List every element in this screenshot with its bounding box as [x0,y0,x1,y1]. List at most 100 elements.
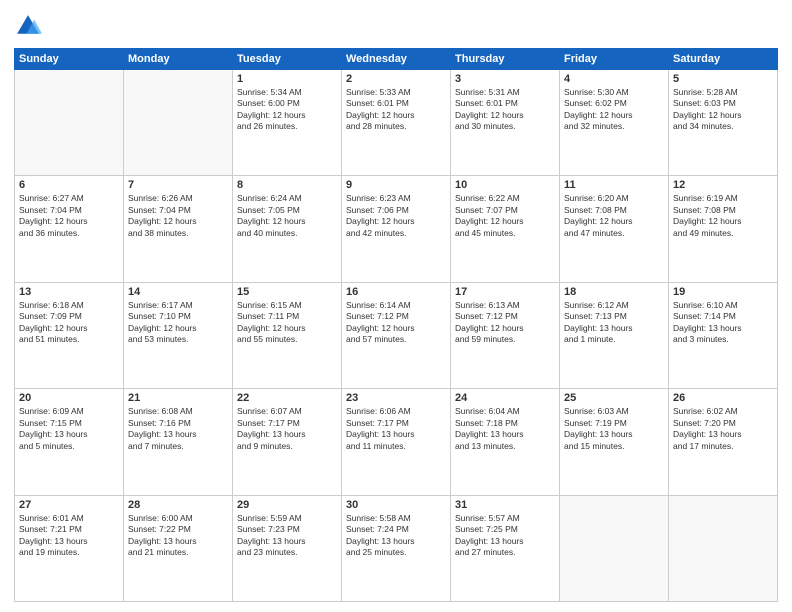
calendar-cell: 15 Sunrise: 6:15 AM Sunset: 7:11 PM Dayli… [233,282,342,388]
day-number: 31 [455,499,555,511]
weekday-header: Tuesday [233,49,342,70]
calendar-cell: 9Sunrise: 6:23 AM Sunset: 7:06 PM Daylig… [342,176,451,282]
weekday-header: Wednesday [342,49,451,70]
weekday-header: Friday [560,49,669,70]
day-info: Sunrise: 6:13 AM Sunset: 7:12 PM Dayligh… [455,300,555,346]
day-info: Sunrise: 6:00 AM Sunset: 7:22 PM Dayligh… [128,513,228,559]
day-number: 12 [673,179,773,191]
calendar-table: SundayMondayTuesdayWednesdayThursdayFrid… [14,48,778,602]
day-info: Sunrise: 5:59 AM Sunset: 7:23 PM Dayligh… [237,513,337,559]
day-info: Sunrise: 6:27 AM Sunset: 7:04 PM Dayligh… [19,193,119,239]
calendar-cell: 11 Sunrise: 6:20 AM Sunset: 7:08 PM Dayli… [560,176,669,282]
day-number: 20 [19,392,119,404]
day-number: 6 [19,179,119,191]
calendar-cell: 19Sunrise: 6:10 AM Sunset: 7:14 PM Dayli… [669,282,778,388]
calendar-cell: 31 Sunrise: 5:57 AM Sunset: 7:25 PM Dayli… [451,495,560,601]
day-info: Sunrise: 6:20 AM Sunset: 7:08 PM Dayligh… [564,193,664,239]
day-number: 26 [673,392,773,404]
calendar-cell: 22Sunrise: 6:07 AM Sunset: 7:17 PM Dayli… [233,389,342,495]
day-info: Sunrise: 6:06 AM Sunset: 7:17 PM Dayligh… [346,406,446,452]
calendar-cell: 10 Sunrise: 6:22 AM Sunset: 7:07 PM Dayli… [451,176,560,282]
day-number: 22 [237,392,337,404]
day-info: Sunrise: 5:31 AM Sunset: 6:01 PM Dayligh… [455,87,555,133]
calendar-cell: 12 Sunrise: 6:19 AM Sunset: 7:08 PM Dayli… [669,176,778,282]
day-number: 28 [128,499,228,511]
day-number: 5 [673,73,773,85]
day-number: 21 [128,392,228,404]
day-info: Sunrise: 6:15 AM Sunset: 7:11 PM Dayligh… [237,300,337,346]
day-number: 25 [564,392,664,404]
day-number: 27 [19,499,119,511]
calendar-cell: 16 Sunrise: 6:14 AM Sunset: 7:12 PM Dayli… [342,282,451,388]
day-info: Sunrise: 6:23 AM Sunset: 7:06 PM Dayligh… [346,193,446,239]
day-info: Sunrise: 5:28 AM Sunset: 6:03 PM Dayligh… [673,87,773,133]
calendar-cell: 21 Sunrise: 6:08 AM Sunset: 7:16 PM Dayli… [124,389,233,495]
calendar-cell: 28 Sunrise: 6:00 AM Sunset: 7:22 PM Dayli… [124,495,233,601]
calendar-cell: 14 Sunrise: 6:17 AM Sunset: 7:10 PM Dayli… [124,282,233,388]
day-number: 10 [455,179,555,191]
day-number: 3 [455,73,555,85]
calendar-week-row: 20 Sunrise: 6:09 AM Sunset: 7:15 PM Dayli… [15,389,778,495]
day-info: Sunrise: 6:18 AM Sunset: 7:09 PM Dayligh… [19,300,119,346]
calendar-cell: 18Sunrise: 6:12 AM Sunset: 7:13 PM Dayli… [560,282,669,388]
day-info: Sunrise: 6:24 AM Sunset: 7:05 PM Dayligh… [237,193,337,239]
day-info: Sunrise: 6:04 AM Sunset: 7:18 PM Dayligh… [455,406,555,452]
day-number: 30 [346,499,446,511]
day-info: Sunrise: 6:19 AM Sunset: 7:08 PM Dayligh… [673,193,773,239]
header [14,12,778,40]
day-info: Sunrise: 5:58 AM Sunset: 7:24 PM Dayligh… [346,513,446,559]
logo-icon [14,12,42,40]
calendar-cell [124,70,233,176]
calendar-week-row: 6 Sunrise: 6:27 AM Sunset: 7:04 PM Daylig… [15,176,778,282]
calendar-week-row: 13 Sunrise: 6:18 AM Sunset: 7:09 PM Dayli… [15,282,778,388]
calendar-cell: 30 Sunrise: 5:58 AM Sunset: 7:24 PM Dayli… [342,495,451,601]
day-info: Sunrise: 6:03 AM Sunset: 7:19 PM Dayligh… [564,406,664,452]
weekday-header: Thursday [451,49,560,70]
calendar-week-row: 1 Sunrise: 5:34 AM Sunset: 6:00 PM Daylig… [15,70,778,176]
calendar-cell: 1 Sunrise: 5:34 AM Sunset: 6:00 PM Daylig… [233,70,342,176]
day-number: 24 [455,392,555,404]
calendar-cell: 26Sunrise: 6:02 AM Sunset: 7:20 PM Dayli… [669,389,778,495]
day-info: Sunrise: 5:33 AM Sunset: 6:01 PM Dayligh… [346,87,446,133]
logo [14,12,46,40]
day-number: 1 [237,73,337,85]
calendar-cell: 24 Sunrise: 6:04 AM Sunset: 7:18 PM Dayli… [451,389,560,495]
day-number: 11 [564,179,664,191]
calendar-cell: 25 Sunrise: 6:03 AM Sunset: 7:19 PM Dayli… [560,389,669,495]
calendar-cell: 7Sunrise: 6:26 AM Sunset: 7:04 PM Daylig… [124,176,233,282]
weekday-header: Sunday [15,49,124,70]
calendar-cell: 17 Sunrise: 6:13 AM Sunset: 7:12 PM Dayli… [451,282,560,388]
day-number: 16 [346,286,446,298]
day-info: Sunrise: 5:34 AM Sunset: 6:00 PM Dayligh… [237,87,337,133]
day-number: 8 [237,179,337,191]
day-info: Sunrise: 6:08 AM Sunset: 7:16 PM Dayligh… [128,406,228,452]
day-number: 15 [237,286,337,298]
day-info: Sunrise: 6:17 AM Sunset: 7:10 PM Dayligh… [128,300,228,346]
day-info: Sunrise: 6:26 AM Sunset: 7:04 PM Dayligh… [128,193,228,239]
day-info: Sunrise: 6:10 AM Sunset: 7:14 PM Dayligh… [673,300,773,346]
calendar-cell: 27Sunrise: 6:01 AM Sunset: 7:21 PM Dayli… [15,495,124,601]
day-info: Sunrise: 5:30 AM Sunset: 6:02 PM Dayligh… [564,87,664,133]
calendar-cell: 20 Sunrise: 6:09 AM Sunset: 7:15 PM Dayli… [15,389,124,495]
day-number: 2 [346,73,446,85]
day-info: Sunrise: 6:22 AM Sunset: 7:07 PM Dayligh… [455,193,555,239]
day-info: Sunrise: 6:14 AM Sunset: 7:12 PM Dayligh… [346,300,446,346]
calendar-cell: 4 Sunrise: 5:30 AM Sunset: 6:02 PM Daylig… [560,70,669,176]
calendar-cell: 5 Sunrise: 5:28 AM Sunset: 6:03 PM Daylig… [669,70,778,176]
calendar-cell: 2 Sunrise: 5:33 AM Sunset: 6:01 PM Daylig… [342,70,451,176]
day-info: Sunrise: 5:57 AM Sunset: 7:25 PM Dayligh… [455,513,555,559]
day-number: 23 [346,392,446,404]
day-number: 4 [564,73,664,85]
day-info: Sunrise: 6:09 AM Sunset: 7:15 PM Dayligh… [19,406,119,452]
calendar-cell [560,495,669,601]
day-number: 13 [19,286,119,298]
calendar-cell: 8 Sunrise: 6:24 AM Sunset: 7:05 PM Daylig… [233,176,342,282]
calendar-cell: 6 Sunrise: 6:27 AM Sunset: 7:04 PM Daylig… [15,176,124,282]
page: SundayMondayTuesdayWednesdayThursdayFrid… [0,0,792,612]
calendar-cell: 13 Sunrise: 6:18 AM Sunset: 7:09 PM Dayli… [15,282,124,388]
weekday-header: Monday [124,49,233,70]
calendar-cell: 3 Sunrise: 5:31 AM Sunset: 6:01 PM Daylig… [451,70,560,176]
day-number: 14 [128,286,228,298]
day-number: 18 [564,286,664,298]
day-number: 17 [455,286,555,298]
